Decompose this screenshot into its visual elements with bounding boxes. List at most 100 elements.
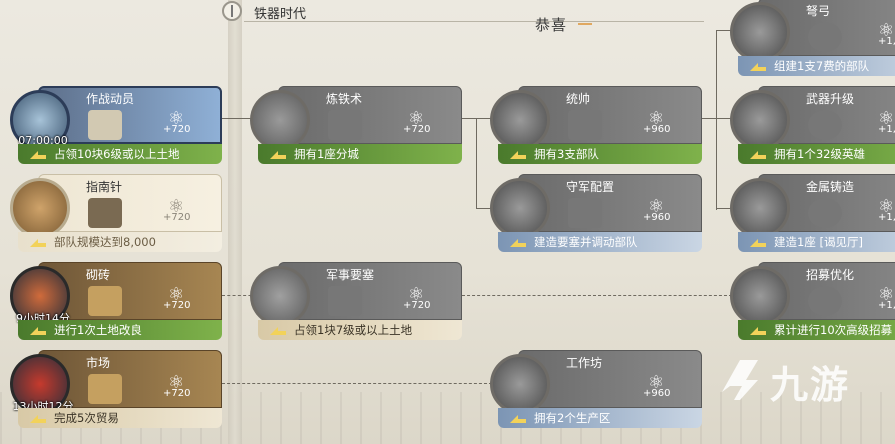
card-value: +720 (163, 300, 191, 311)
arrow-icon (750, 63, 766, 71)
era-label: 铁器时代 (254, 7, 307, 22)
tech-card-crossbow[interactable]: 弩弓 ⚛ +1, 组建1支7费的部队 (728, 0, 895, 78)
tech-card-recruit-optimization[interactable]: 招募优化 ⚛ +1, 累计进行10次高级招募 (728, 262, 895, 342)
card-title: 金属铸造 (806, 180, 855, 194)
tech-card-brick[interactable]: 砌砖 ⚛ +720 9小时14分 进行1次土地改良 (8, 262, 222, 342)
connector (716, 30, 717, 210)
tech-card-combat-mobilization[interactable]: 作战动员 ⚛ +720 07:00:00 占领10块6级或以上土地 (8, 86, 222, 166)
arrow-icon (30, 415, 46, 423)
card-requirement: 建造1座 [谒见厅] (738, 232, 895, 252)
card-title: 工作坊 (566, 356, 603, 370)
card-value: +1, (878, 36, 895, 47)
card-value: +960 (643, 212, 671, 223)
card-title: 砌砖 (86, 268, 111, 282)
connector (462, 295, 732, 296)
tech-card-workshop[interactable]: 工作坊 ⚛ +960 拥有2个生产区 (488, 350, 702, 430)
arrow-icon (30, 239, 46, 247)
watermark-text: 九游 (770, 362, 851, 407)
card-value: +720 (163, 124, 191, 135)
resource-icon (88, 286, 122, 316)
helmet-icon (490, 90, 550, 150)
horse-icon (88, 198, 122, 228)
card-requirement: 完成5次贸易 (18, 408, 222, 428)
era-divider (228, 0, 242, 444)
card-requirement: 累计进行10次高级招募 (738, 320, 895, 340)
card-value: +1, (878, 212, 895, 223)
scimitar-icon (730, 90, 790, 150)
card-requirement: 部队规模达到8,000 (18, 232, 222, 252)
watermark-logo: 九游 (712, 352, 892, 407)
resource-icon (328, 286, 362, 316)
tech-card-metal-casting[interactable]: 金属铸造 ⚛ +1, 建造1座 [谒见厅] (728, 174, 895, 254)
connector (476, 118, 477, 208)
card-requirement: 拥有2个生产区 (498, 408, 702, 428)
anvil-icon (490, 354, 550, 414)
card-value: +720 (403, 300, 431, 311)
mold-icon (730, 178, 790, 238)
era-marker-icon (222, 1, 242, 21)
arrow-icon (510, 415, 526, 423)
card-value: +1, (878, 124, 895, 135)
tech-card-fortress[interactable]: 军事要塞 ⚛ +720 占领1块7级或以上土地 (248, 262, 462, 342)
card-value: +1, (878, 300, 895, 311)
arrow-icon (750, 327, 766, 335)
tower-icon (490, 178, 550, 238)
era-rule (244, 21, 704, 22)
arrow-icon (510, 151, 526, 159)
card-requirement: 建造要塞并调动部队 (498, 232, 702, 252)
card-title: 武器升级 (806, 92, 855, 106)
card-title: 统帅 (566, 92, 591, 106)
arrow-icon (30, 151, 46, 159)
card-value: +960 (643, 388, 671, 399)
gear-icon (808, 286, 842, 316)
card-requirement: 占领1块7级或以上土地 (258, 320, 462, 340)
horse-head-icon (808, 198, 842, 228)
arrow-icon (30, 327, 46, 335)
card-value: +720 (163, 212, 191, 223)
card-title: 市场 (86, 356, 111, 370)
card-value: +960 (643, 124, 671, 135)
resource-icon (88, 110, 122, 140)
resource-icon (88, 374, 122, 404)
tech-card-weapon-upgrade[interactable]: 武器升级 ⚛ +1, 拥有1个32级英雄 (728, 86, 895, 166)
card-requirement: 进行1次土地改良 (18, 320, 222, 340)
card-title: 指南针 (86, 180, 123, 194)
watermark-logo-mark (722, 360, 758, 400)
congrats-text: 恭喜 (535, 16, 568, 34)
card-value: +720 (163, 388, 191, 399)
crossbow-small-icon (808, 22, 842, 52)
tech-card-garrison[interactable]: 守军配置 ⚛ +960 建造要塞并调动部队 (488, 174, 702, 254)
arrow-icon (750, 239, 766, 247)
tech-card-compass[interactable]: 指南针 ⚛ +720 部队规模达到8,000 (8, 174, 222, 254)
card-requirement: 拥有1个32级英雄 (738, 144, 895, 164)
card-requirement: 拥有3支部队 (498, 144, 702, 164)
card-requirement: 占领10块6级或以上土地 (18, 144, 222, 164)
card-title: 招募优化 (806, 268, 855, 282)
tech-card-iron-smelting[interactable]: 炼铁术 ⚛ +720 拥有1座分城 (248, 86, 462, 166)
card-title: 守军配置 (566, 180, 615, 194)
compass-icon (10, 178, 70, 238)
arrow-icon (750, 151, 766, 159)
fortress-icon (250, 266, 310, 326)
weapons-icon (568, 198, 602, 228)
card-title: 炼铁术 (326, 92, 363, 106)
arrow-icon (270, 151, 286, 159)
map-icon (730, 266, 790, 326)
connector (222, 383, 492, 384)
card-value: +720 (403, 124, 431, 135)
era-banner: 铁器时代 (222, 0, 712, 26)
tech-card-commander[interactable]: 统帅 ⚛ +960 拥有3支部队 (488, 86, 702, 166)
congrats-dash (578, 23, 592, 25)
anvil-icon (328, 110, 362, 140)
sword-icon (250, 90, 310, 150)
no-sword-icon (808, 110, 842, 140)
card-title: 弩弓 (806, 4, 831, 18)
card-requirement: 组建1支7费的部队 (738, 56, 895, 76)
crossbow-icon (730, 2, 790, 62)
card-requirement: 拥有1座分城 (258, 144, 462, 164)
arrow-icon (270, 327, 286, 335)
card-title: 作战动员 (86, 92, 135, 106)
tech-card-market[interactable]: 市场 ⚛ +720 13小时12分 完成5次贸易 (8, 350, 222, 430)
arrow-icon (510, 239, 526, 247)
resource-icon (568, 110, 602, 140)
